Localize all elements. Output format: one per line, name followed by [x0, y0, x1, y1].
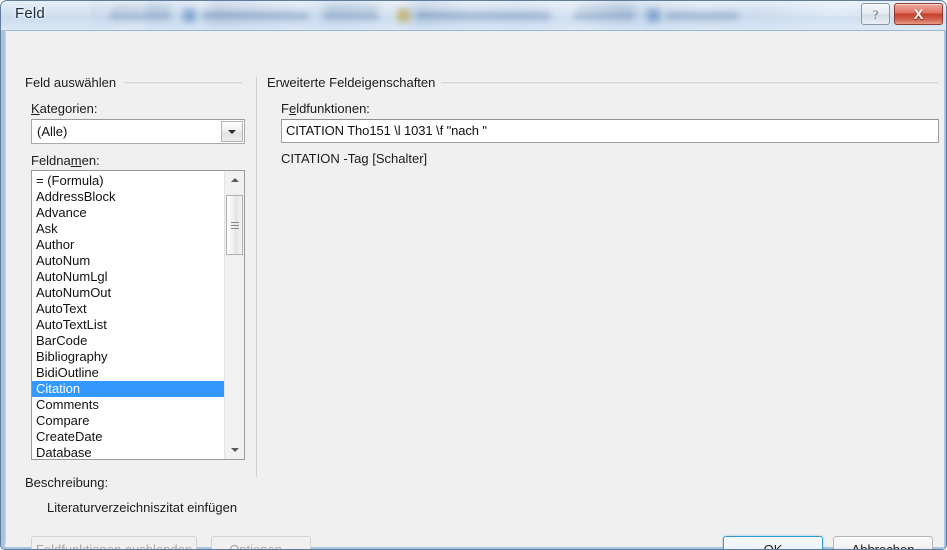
ribbon-ghost-blur [113, 5, 171, 10]
fieldcodes-value: CITATION Tho151 \l 1031 \f "nach " [286, 123, 487, 138]
fieldcodes-label: Feldfunktionen: [281, 101, 370, 116]
list-item[interactable]: AutoNumLgl [32, 269, 225, 285]
advanced-properties-group-title: Erweiterte Feldeigenschaften [267, 75, 442, 90]
field-dialog-window: Feld ? X Feld auswählen Erweiterte Felde… [0, 0, 947, 550]
list-item[interactable]: AutoNum [32, 253, 225, 269]
question-mark-icon: ? [870, 7, 881, 22]
fieldcodes-syntax-hint: CITATION -Tag [Schalter] [281, 151, 428, 166]
ribbon-ghost-blur [397, 9, 410, 22]
chevron-down-icon [228, 129, 236, 134]
list-item[interactable]: AutoText [32, 301, 225, 317]
ribbon-ghost-blur [201, 12, 309, 20]
ribbon-ghost-blur [573, 12, 635, 20]
select-field-group-title: Feld auswählen [25, 75, 123, 90]
list-item[interactable]: Ask [32, 221, 225, 237]
list-item[interactable]: Comments [32, 397, 225, 413]
fieldnames-listbox[interactable]: = (Formula) AddressBlock Advance Ask Author A… [31, 170, 245, 460]
scroll-up-button[interactable] [225, 171, 244, 189]
dialog-body: Feld auswählen Erweiterte Feldeigenschaf… [1, 30, 946, 549]
list-item[interactable]: AddressBlock [32, 189, 225, 205]
close-icon: X [913, 6, 924, 22]
list-item[interactable]: Bibliography [32, 349, 225, 365]
panel-divider [256, 77, 257, 477]
ribbon-ghost-blur [109, 12, 171, 20]
list-item[interactable]: Author [32, 237, 225, 253]
window-title: Feld [15, 5, 45, 22]
title-bar: Feld ? X [1, 1, 946, 30]
fieldcodes-input[interactable]: CITATION Tho151 \l 1031 \f "nach " [281, 119, 939, 143]
help-button[interactable]: ? [861, 3, 890, 25]
categories-combobox[interactable]: (Alle) [31, 119, 245, 144]
list-item[interactable]: = (Formula) [32, 173, 225, 189]
advanced-properties-group-rule [406, 82, 938, 84]
scroll-down-button[interactable] [225, 441, 244, 459]
fieldnames-scrollbar[interactable] [224, 171, 244, 459]
ribbon-ghost-blur [647, 9, 660, 22]
dialog-content: Feld auswählen Erweiterte Feldeigenschaf… [5, 30, 944, 549]
options-button[interactable]: Optionen... [211, 536, 311, 549]
categories-dropdown-button[interactable] [221, 121, 243, 142]
ribbon-ghost-blur [183, 9, 196, 22]
fieldnames-list: = (Formula) AddressBlock Advance Ask Author A… [32, 173, 225, 459]
select-field-group-rule [124, 82, 242, 84]
svg-text:?: ? [873, 7, 879, 22]
ribbon-ghost-blur [323, 12, 379, 20]
triangle-up-icon [230, 178, 239, 182]
ribbon-ghost-blur [327, 5, 379, 10]
ribbon-ghost-blur [415, 12, 551, 20]
scrollbar-thumb[interactable] [226, 195, 243, 255]
list-item[interactable]: Compare [32, 413, 225, 429]
list-item[interactable]: CreateDate [32, 429, 225, 445]
fieldnames-label: Feldnamen: [31, 153, 100, 168]
list-item[interactable]: Database [32, 445, 225, 459]
description-text: Literaturverzeichniszitat einfügen [47, 500, 238, 515]
categories-label: Kategorien: [31, 101, 98, 116]
cancel-button[interactable]: Abbrechen [833, 536, 933, 549]
ribbon-ghost-blur [577, 5, 635, 10]
close-button[interactable]: X [894, 3, 943, 25]
list-item[interactable]: BarCode [32, 333, 225, 349]
ribbon-ghost-blur [665, 12, 739, 20]
ok-button[interactable]: OK [723, 536, 823, 549]
list-item[interactable]: Advance [32, 205, 225, 221]
categories-value: (Alle) [37, 124, 68, 139]
list-item[interactable]: Citation [32, 381, 225, 397]
list-item[interactable]: AutoTextList [32, 317, 225, 333]
triangle-down-icon [230, 448, 239, 452]
list-item[interactable]: AutoNumOut [32, 285, 225, 301]
list-item[interactable]: BidiOutline [32, 365, 225, 381]
hide-fieldcodes-button[interactable]: Feldfunktionen ausblenden [31, 536, 197, 549]
description-label: Beschreibung: [25, 475, 109, 490]
grip-icon [230, 220, 239, 231]
